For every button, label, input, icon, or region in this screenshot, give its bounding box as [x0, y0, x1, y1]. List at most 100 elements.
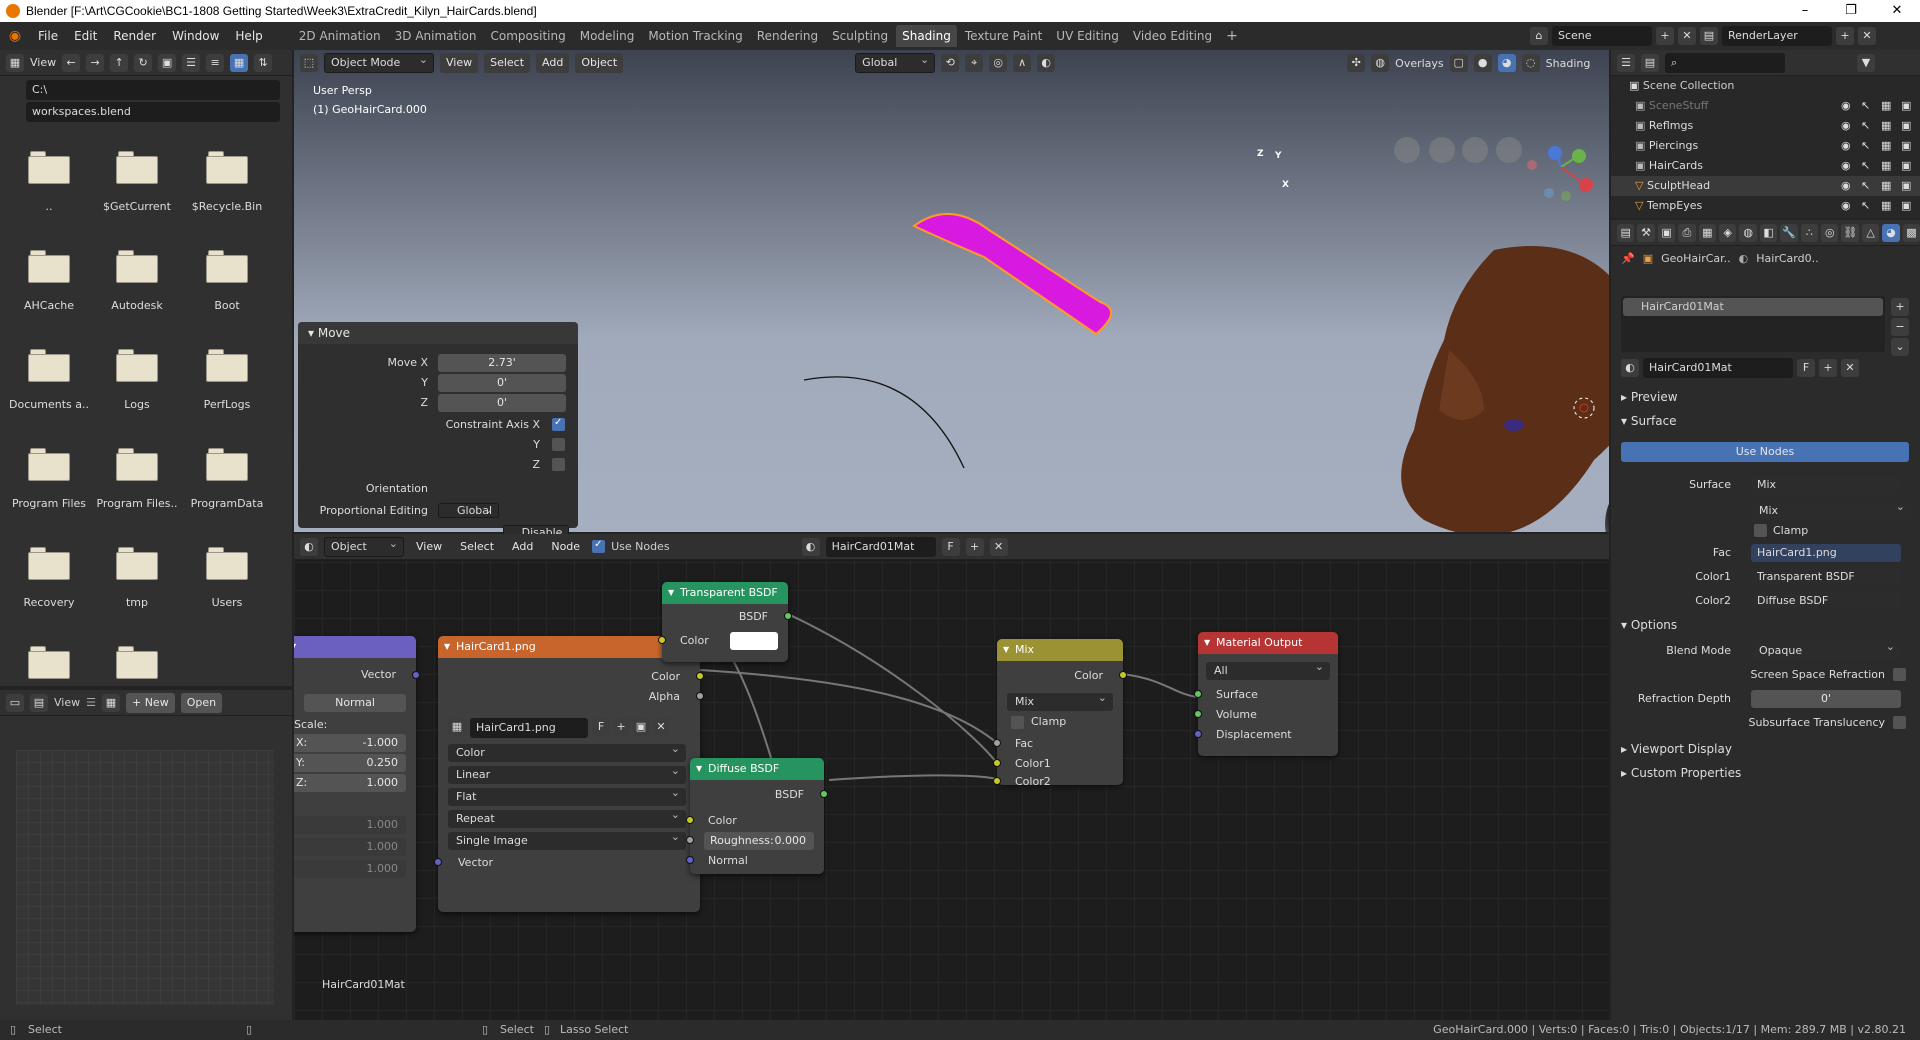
mapping-normal-field[interactable]: Normal: [304, 694, 406, 712]
transparent-bsdf-node[interactable]: Transparent BSDF BSDF Color: [658, 582, 792, 662]
material-shading-icon[interactable]: ◕: [1497, 54, 1516, 72]
render-toggle-icon[interactable]: ▣: [1901, 96, 1911, 116]
folder-item[interactable]: Boot: [184, 249, 270, 312]
tab-video-editing[interactable]: Video Editing: [1127, 25, 1218, 47]
selectable-icon[interactable]: ↖: [1861, 176, 1870, 196]
mix-blend-type-dropdown[interactable]: Mix: [1007, 689, 1113, 711]
add-layer-icon[interactable]: +: [1836, 27, 1854, 45]
mapping-min-y[interactable]: 1.000: [294, 838, 406, 856]
render-toggle-icon[interactable]: ▣: [1901, 196, 1911, 216]
image-source-dropdown[interactable]: Single Image: [448, 828, 686, 850]
refresh-icon[interactable]: ↻: [134, 53, 153, 72]
selectable-icon[interactable]: ↖: [1861, 96, 1870, 116]
image-fake-user-icon[interactable]: F: [592, 718, 610, 736]
outliner-item[interactable]: ▣ Piercings ◉ ↖ ▦ ▣: [1611, 136, 1920, 156]
outliner-search-input[interactable]: ⌕: [1665, 52, 1785, 73]
surface-section[interactable]: ▾ Surface: [1621, 414, 1677, 428]
material-new-icon[interactable]: +: [1819, 359, 1837, 377]
viewport-toggle-icon[interactable]: ▦: [1881, 116, 1891, 136]
back-icon[interactable]: ←: [62, 53, 81, 72]
image-open-icon[interactable]: ▣: [632, 718, 650, 736]
output-node-header[interactable]: Material Output: [1198, 632, 1338, 654]
outliner-item[interactable]: ▽ SculptHead ◉ ↖ ▦ ▣: [1611, 176, 1920, 196]
selectable-icon[interactable]: ↖: [1861, 156, 1870, 176]
sort-icon[interactable]: ⇅: [254, 53, 273, 72]
material-slot-list[interactable]: HairCard01Mat: [1621, 296, 1885, 352]
transparent-node-header[interactable]: Transparent BSDF: [662, 582, 788, 604]
particles-tab-icon[interactable]: ∴: [1800, 223, 1819, 242]
rendered-shading-icon[interactable]: ◌: [1521, 54, 1540, 72]
snap-icon[interactable]: ⌖: [965, 54, 984, 72]
outliner-editor-type-icon[interactable]: ☰: [1617, 53, 1635, 72]
tab-motion-tracking[interactable]: Motion Tracking: [642, 25, 748, 47]
object-mode-dropdown[interactable]: Object Mode: [324, 51, 434, 73]
refraction-depth-field[interactable]: 0': [1751, 690, 1901, 708]
visibility-eye-icon[interactable]: ◉: [1841, 176, 1851, 196]
render-toggle-icon[interactable]: ▣: [1901, 176, 1911, 196]
remove-scene-icon[interactable]: ✕: [1678, 27, 1696, 45]
image-mode-icon[interactable]: ▤: [30, 693, 48, 712]
render-toggle-icon[interactable]: ▣: [1901, 136, 1911, 156]
selectable-icon[interactable]: ↖: [1861, 136, 1870, 156]
thumbnail-view-icon[interactable]: ▦: [230, 53, 249, 72]
folder-item[interactable]: ..: [6, 150, 92, 213]
remove-slot-icon[interactable]: −: [1891, 318, 1909, 336]
image-browse-node-icon[interactable]: ▦: [448, 718, 466, 736]
viewport-toggle-icon[interactable]: ▦: [1881, 156, 1891, 176]
physics-tab-icon[interactable]: ◎: [1821, 223, 1839, 242]
mapping-node[interactable]: Vector Normal Scale: X: -1.000 Y: 0.250 Z:…: [294, 636, 420, 932]
material-output-node[interactable]: Material Output All Surface Volume Displ…: [1194, 632, 1338, 756]
selectable-icon[interactable]: ↖: [1861, 196, 1870, 216]
folder-item[interactable]: [94, 645, 180, 695]
viewport-toggle-icon[interactable]: ▦: [1881, 136, 1891, 156]
output-surface-socket[interactable]: [1194, 690, 1202, 698]
tab-texture-paint[interactable]: Texture Paint: [959, 25, 1048, 47]
node-editor[interactable]: ◐ Object View Select Add Node Use Nodes …: [294, 534, 1609, 1020]
image-unlink-icon[interactable]: ✕: [652, 718, 670, 736]
image-projection-dropdown[interactable]: Flat: [448, 784, 686, 806]
mapping-min-x[interactable]: 1.000: [294, 816, 406, 834]
render-layer-field[interactable]: RenderLayer: [1722, 26, 1832, 46]
render-toggle-icon[interactable]: ▣: [1901, 116, 1911, 136]
minimize-button[interactable]: –: [1782, 0, 1828, 22]
detail-view-icon[interactable]: ≡: [206, 53, 225, 72]
props-clamp-checkbox[interactable]: [1754, 524, 1767, 537]
viewport-display-section[interactable]: ▸ Viewport Display: [1621, 742, 1732, 756]
image-extension-dropdown[interactable]: Repeat: [448, 806, 686, 828]
folder-item[interactable]: tmp: [94, 546, 180, 609]
pivot-icon[interactable]: ⟲: [941, 54, 960, 72]
diffuse-bsdf-out-socket[interactable]: [820, 790, 828, 798]
close-button[interactable]: ✕: [1874, 0, 1920, 22]
tab-modeling[interactable]: Modeling: [574, 25, 641, 47]
image-vector-in-socket[interactable]: [434, 858, 442, 866]
color2-input-field[interactable]: Diffuse BSDF: [1751, 592, 1901, 610]
folder-item[interactable]: $GetCurrent: [94, 150, 180, 213]
pin-icon[interactable]: 📌: [1621, 252, 1635, 265]
output-tab-icon[interactable]: ⎙: [1678, 223, 1696, 242]
texture-tab-icon[interactable]: ▩: [1902, 223, 1920, 242]
transform-orientation-dropdown[interactable]: Global: [855, 51, 936, 73]
sss-checkbox[interactable]: [1893, 716, 1906, 729]
hamburger-icon[interactable]: ☰: [86, 696, 96, 709]
visibility-eye-icon[interactable]: ◉: [1841, 96, 1851, 116]
tab-sculpting[interactable]: Sculpting: [826, 25, 894, 47]
output-volume-socket[interactable]: [1194, 710, 1202, 718]
folder-item[interactable]: AHCache: [6, 249, 92, 312]
tool-tab-icon[interactable]: ⚒: [1637, 223, 1655, 242]
solid-shading-icon[interactable]: ●: [1473, 54, 1492, 72]
view-layer-tab-icon[interactable]: ▦: [1698, 223, 1717, 242]
constraints-tab-icon[interactable]: ⛓: [1841, 223, 1859, 242]
blender-menu-icon[interactable]: ◉: [0, 28, 30, 44]
blend-mode-dropdown[interactable]: Opaque: [1751, 638, 1901, 660]
viewport-view-menu[interactable]: View: [440, 53, 479, 73]
move-z-field[interactable]: 0': [438, 394, 566, 412]
mix-shader-node[interactable]: Mix Color Mix Clamp Fac Color1 Color2: [993, 639, 1127, 788]
properties-editor-type-icon[interactable]: ▤: [1617, 223, 1635, 242]
tab-shading[interactable]: Shading: [896, 25, 957, 47]
material-fake-user-icon[interactable]: F: [1797, 359, 1815, 377]
mix-fac-socket[interactable]: [993, 739, 1001, 747]
image-browse-icon[interactable]: ▦: [101, 693, 120, 712]
options-section[interactable]: ▾ Options: [1621, 618, 1677, 632]
visibility-eye-icon[interactable]: ◉: [1841, 156, 1851, 176]
image-texture-node[interactable]: HairCard1.png Color Alpha ▦ HairCard1.pn…: [434, 636, 704, 912]
